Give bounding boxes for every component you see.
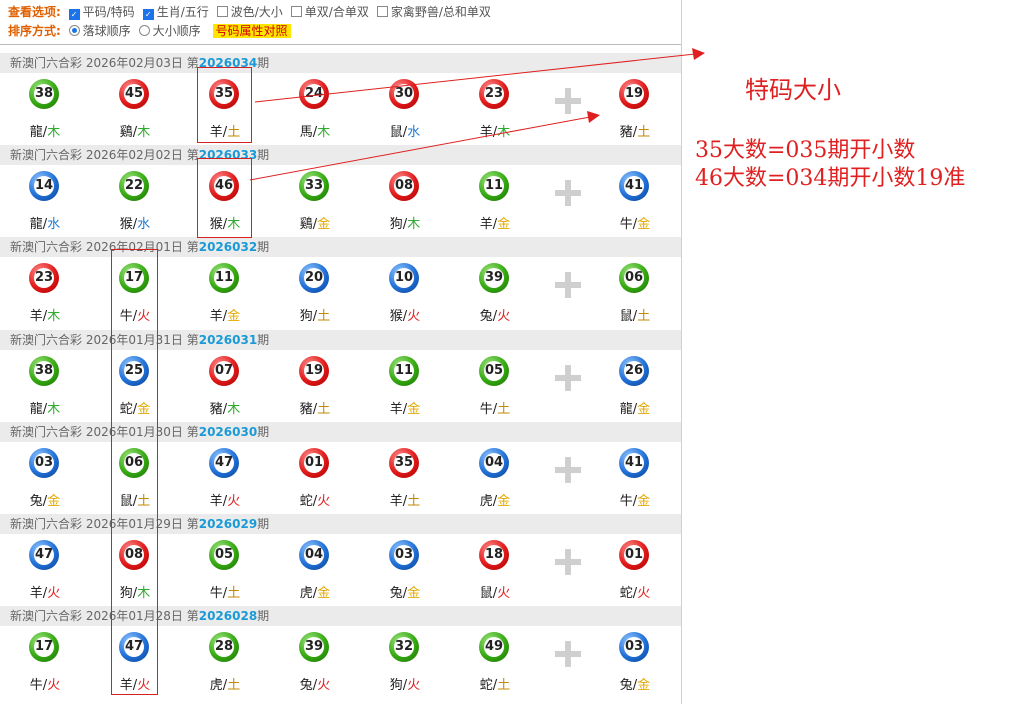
annotation-title: 特码大小: [745, 76, 841, 104]
arrow-line-1: [254, 53, 696, 103]
arrow-head-1: [692, 48, 705, 60]
annotation-layer: [249, 48, 705, 181]
annotation-line-2: 46大数=034期开小数19准: [695, 166, 966, 191]
arrow-head-2: [587, 111, 600, 123]
arrow-line-2: [249, 116, 591, 181]
